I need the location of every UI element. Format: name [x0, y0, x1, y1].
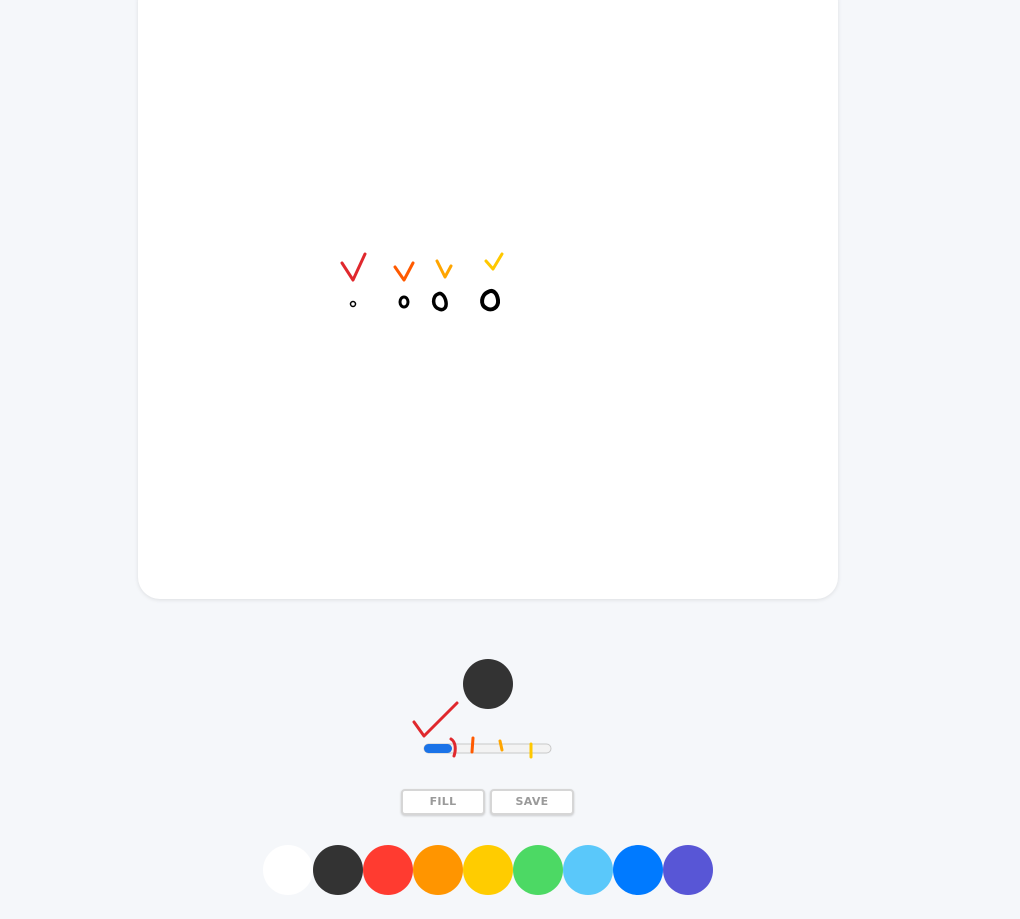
- color-swatch-blue[interactable]: [613, 845, 663, 895]
- red-check-stroke: [340, 252, 367, 282]
- color-swatch-yellow[interactable]: [463, 845, 513, 895]
- color-swatch-white[interactable]: [263, 845, 313, 895]
- canvas-drawing-layer: [340, 252, 504, 312]
- black-dot-medium: [398, 295, 410, 309]
- black-dot-small: [349, 300, 357, 308]
- color-palette: [263, 845, 713, 895]
- size-controls: [412, 701, 552, 759]
- color-swatch-orange[interactable]: [413, 845, 463, 895]
- drawing-canvas[interactable]: [138, 0, 838, 599]
- red-check-annotation: [412, 701, 459, 738]
- yellow-check-stroke: [484, 252, 504, 271]
- orange-check-stroke: [393, 261, 415, 282]
- color-swatch-light-blue[interactable]: [563, 845, 613, 895]
- amber-check-stroke: [435, 259, 453, 279]
- color-swatch-black[interactable]: [313, 845, 363, 895]
- drawing-app: FILL SAVE: [0, 0, 1020, 919]
- color-swatch-purple[interactable]: [663, 845, 713, 895]
- black-dot-large: [431, 291, 448, 312]
- color-swatch-green[interactable]: [513, 845, 563, 895]
- black-dot-largest: [480, 289, 501, 312]
- fill-button[interactable]: FILL: [401, 789, 485, 815]
- save-button[interactable]: SAVE: [490, 789, 574, 815]
- color-swatch-red[interactable]: [363, 845, 413, 895]
